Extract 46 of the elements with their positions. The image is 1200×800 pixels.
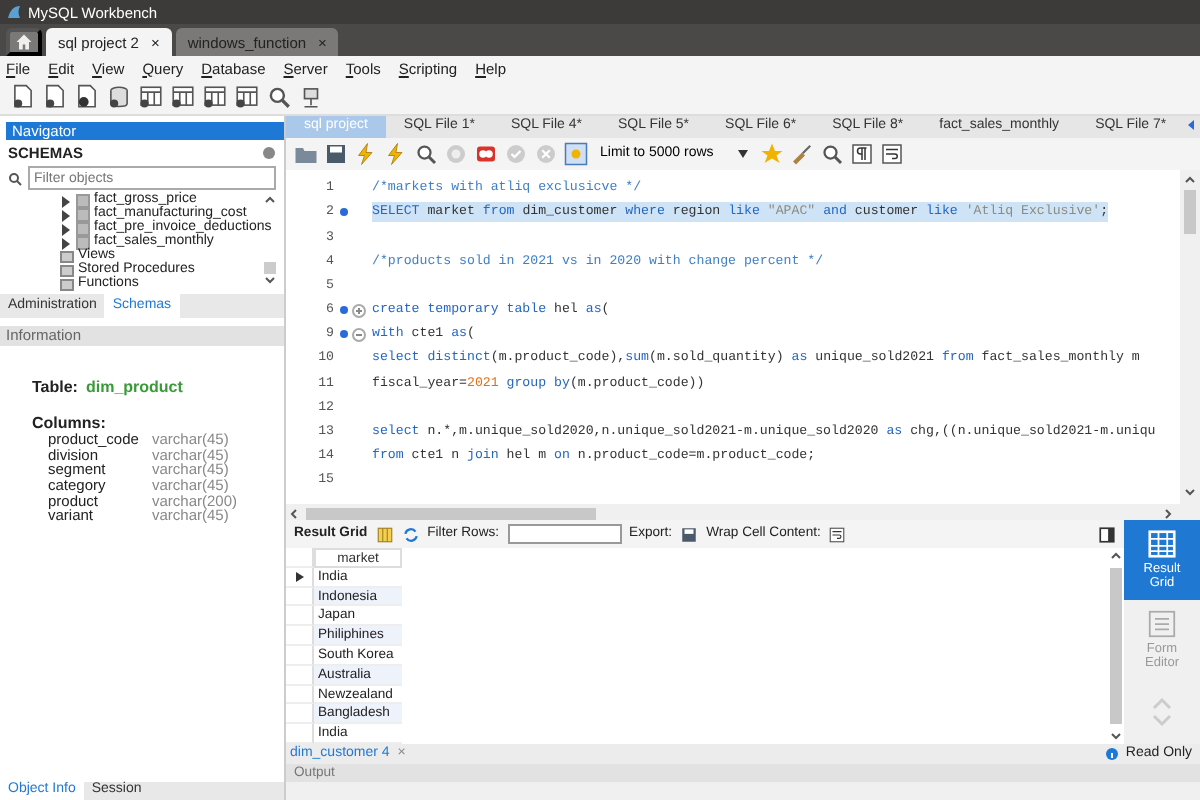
collapse-icon[interactable] bbox=[352, 327, 366, 342]
table-icon[interactable] bbox=[170, 84, 196, 110]
row-indicator[interactable] bbox=[286, 567, 314, 588]
search-icon[interactable] bbox=[820, 142, 844, 166]
folder-icon[interactable] bbox=[294, 142, 318, 166]
expand-icon[interactable] bbox=[352, 303, 366, 318]
app-logo-icon bbox=[6, 4, 22, 20]
table-icon[interactable] bbox=[234, 84, 260, 110]
expand-arrow-icon[interactable] bbox=[60, 209, 72, 221]
brush-icon[interactable] bbox=[790, 142, 814, 166]
caret-icon bbox=[738, 150, 748, 158]
home-tab[interactable] bbox=[6, 28, 42, 56]
form-icon bbox=[1148, 609, 1176, 638]
filter-field[interactable] bbox=[507, 524, 622, 544]
toggle-box-icon[interactable] bbox=[564, 142, 588, 166]
expand-arrow-icon[interactable] bbox=[60, 237, 72, 249]
table-name: dim_product bbox=[85, 378, 183, 398]
toggle-icon[interactable] bbox=[474, 142, 498, 166]
columns-icon[interactable] bbox=[375, 525, 394, 543]
columns-label: Columns: bbox=[32, 413, 108, 433]
scrollbar[interactable] bbox=[1108, 548, 1124, 744]
document-icon[interactable] bbox=[10, 84, 36, 110]
check-circle-icon[interactable] bbox=[504, 142, 528, 166]
table-icon[interactable] bbox=[138, 84, 164, 110]
save-icon[interactable] bbox=[680, 525, 699, 543]
panel-toggle-icon[interactable] bbox=[1098, 525, 1116, 543]
document-icon[interactable] bbox=[42, 84, 68, 110]
search-icon[interactable] bbox=[266, 84, 292, 110]
paragraph-icon[interactable] bbox=[850, 142, 874, 166]
table-label: Table: bbox=[32, 378, 78, 398]
star-icon[interactable] bbox=[760, 142, 784, 166]
info-icon bbox=[1105, 747, 1118, 760]
info-document-icon[interactable] bbox=[74, 84, 100, 110]
home-icon bbox=[14, 32, 34, 52]
current-row-icon bbox=[295, 571, 303, 582]
wrap-icon[interactable] bbox=[828, 525, 847, 543]
lightning-icon[interactable] bbox=[354, 142, 378, 166]
save-icon[interactable] bbox=[324, 142, 348, 166]
database-icon[interactable] bbox=[106, 84, 132, 110]
table-icon[interactable] bbox=[202, 84, 228, 110]
search-icon[interactable] bbox=[414, 142, 438, 166]
search-icon bbox=[8, 172, 22, 186]
expand-arrow-icon[interactable] bbox=[60, 195, 72, 207]
expand-arrow-icon[interactable] bbox=[60, 223, 72, 235]
grid-icon bbox=[1148, 529, 1176, 558]
wrap-icon[interactable] bbox=[880, 142, 904, 166]
